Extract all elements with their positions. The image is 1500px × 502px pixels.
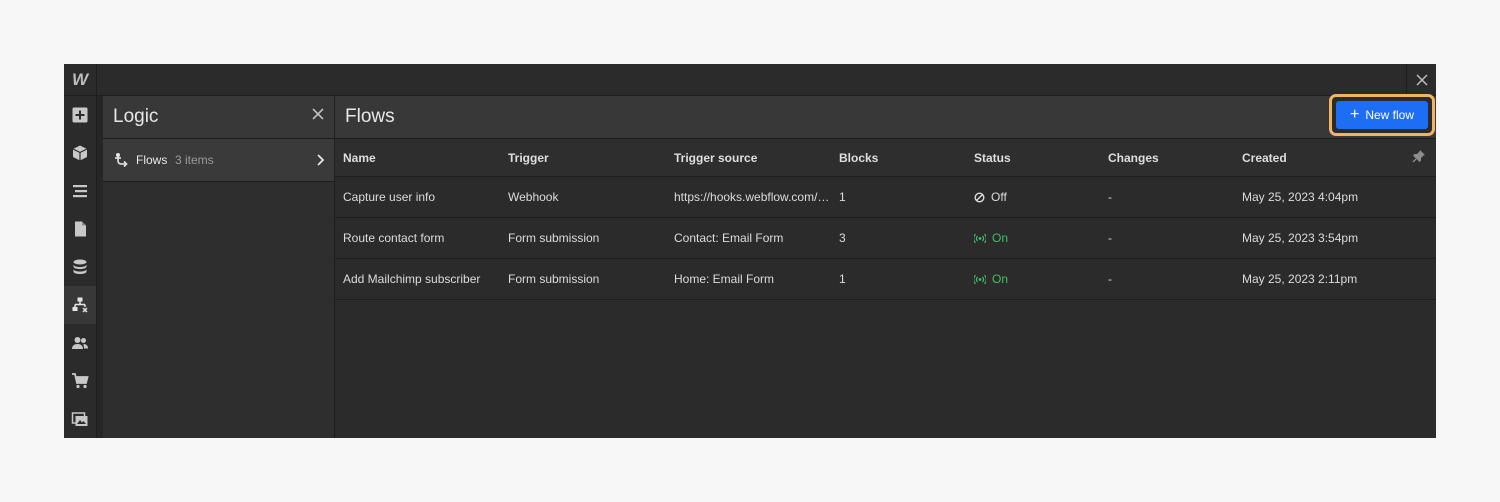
logic-button[interactable] xyxy=(64,286,96,324)
cell-empty xyxy=(1384,176,1436,218)
cell-blocks: 3 xyxy=(831,217,966,259)
logic-icon xyxy=(72,297,88,313)
table-row[interactable]: Capture user info Webhook https://hooks.… xyxy=(335,176,1436,218)
sidebar-item-flows[interactable]: Flows 3 items xyxy=(103,139,334,182)
window-close-button[interactable] xyxy=(1406,64,1436,96)
column-header-created[interactable]: Created xyxy=(1234,139,1384,177)
cell-created: May 25, 2023 4:04pm xyxy=(1234,176,1384,218)
cms-icon xyxy=(73,259,87,274)
webflow-logo: W xyxy=(64,64,97,96)
status-badge: On xyxy=(974,272,1100,286)
pages-icon xyxy=(75,221,86,237)
components-button[interactable] xyxy=(64,134,96,172)
status-text: On xyxy=(992,231,1009,245)
navigator-button[interactable] xyxy=(64,172,96,210)
column-header-trigger[interactable]: Trigger xyxy=(500,139,666,177)
users-icon xyxy=(72,337,88,349)
page-title: Flows xyxy=(345,106,395,127)
ecommerce-icon xyxy=(72,373,89,389)
cell-trigger: Webhook xyxy=(500,176,666,218)
logic-panel-close-button[interactable] xyxy=(312,107,324,125)
left-rail xyxy=(64,96,97,438)
logic-panel-title: Logic xyxy=(113,106,159,127)
flows-main-panel: Flows + New flow Name Trigger Trigger so… xyxy=(335,94,1436,438)
cell-changes: - xyxy=(1100,217,1234,259)
cell-created: May 25, 2023 3:54pm xyxy=(1234,217,1384,259)
cell-trigger-source: https://hooks.webflow.com/lo... xyxy=(666,176,831,218)
flow-icon xyxy=(113,152,129,173)
new-flow-highlight: + New flow xyxy=(1329,94,1435,136)
assets-icon xyxy=(71,412,88,426)
flows-table: Name Trigger Trigger source Blocks Statu… xyxy=(335,139,1436,300)
status-badge: On xyxy=(974,231,1100,245)
broadcast-icon xyxy=(974,233,986,243)
status-badge: Off xyxy=(974,190,1100,204)
cell-name: Capture user info xyxy=(335,176,500,218)
status-text: On xyxy=(992,272,1009,286)
sidebar-item-label: Flows xyxy=(136,153,168,167)
close-icon xyxy=(1415,74,1428,86)
cell-blocks: 1 xyxy=(831,258,966,300)
cell-created: May 25, 2023 2:11pm xyxy=(1234,258,1384,300)
cell-name: Route contact form xyxy=(335,217,500,259)
cell-trigger: Form submission xyxy=(500,258,666,300)
cell-status: Off xyxy=(966,176,1100,218)
cell-changes: - xyxy=(1100,258,1234,300)
users-button[interactable] xyxy=(64,324,96,362)
pin-icon xyxy=(1412,150,1425,163)
pin-button[interactable] xyxy=(1384,139,1436,177)
navigator-icon xyxy=(73,185,87,198)
new-flow-button[interactable]: + New flow xyxy=(1336,101,1428,129)
status-text: Off xyxy=(991,190,1007,204)
cell-trigger-source: Home: Email Form xyxy=(666,258,831,300)
logic-panel-header: Logic xyxy=(103,96,334,139)
cell-name: Add Mailchimp subscriber xyxy=(335,258,500,300)
cms-button[interactable] xyxy=(64,248,96,286)
app-window: W Logic Flows 3 items Flows + New flow N… xyxy=(64,64,1436,438)
cell-empty xyxy=(1384,258,1436,300)
chevron-right-icon xyxy=(316,153,325,171)
column-header-changes[interactable]: Changes xyxy=(1100,139,1234,177)
cell-status: On xyxy=(966,217,1100,259)
add-icon xyxy=(72,107,88,123)
sidebar-item-count: 3 items xyxy=(175,153,214,167)
table-row[interactable]: Route contact form Form submission Conta… xyxy=(335,217,1436,259)
close-icon xyxy=(312,108,324,120)
top-bar: W xyxy=(64,64,1436,96)
logic-panel: Logic Flows 3 items xyxy=(103,96,335,438)
plus-icon: + xyxy=(1349,106,1360,123)
cell-changes: - xyxy=(1100,176,1234,218)
table-row[interactable]: Add Mailchimp subscriber Form submission… xyxy=(335,258,1436,300)
cell-empty xyxy=(1384,217,1436,259)
box-icon xyxy=(72,145,88,161)
disabled-icon xyxy=(974,191,985,203)
assets-button[interactable] xyxy=(64,400,96,438)
cell-blocks: 1 xyxy=(831,176,966,218)
ecommerce-button[interactable] xyxy=(64,362,96,400)
table-header-row: Name Trigger Trigger source Blocks Statu… xyxy=(335,139,1436,177)
pages-button[interactable] xyxy=(64,210,96,248)
cell-status: On xyxy=(966,258,1100,300)
column-header-status[interactable]: Status xyxy=(966,139,1100,177)
cell-trigger: Form submission xyxy=(500,217,666,259)
broadcast-icon xyxy=(974,274,986,284)
column-header-name[interactable]: Name xyxy=(335,139,500,177)
flows-header: Flows + New flow xyxy=(335,94,1436,139)
new-flow-label: New flow xyxy=(1365,108,1415,122)
column-header-trigger-source[interactable]: Trigger source xyxy=(666,139,831,177)
cell-trigger-source: Contact: Email Form xyxy=(666,217,831,259)
column-header-blocks[interactable]: Blocks xyxy=(831,139,966,177)
add-panel-button[interactable] xyxy=(64,96,96,134)
